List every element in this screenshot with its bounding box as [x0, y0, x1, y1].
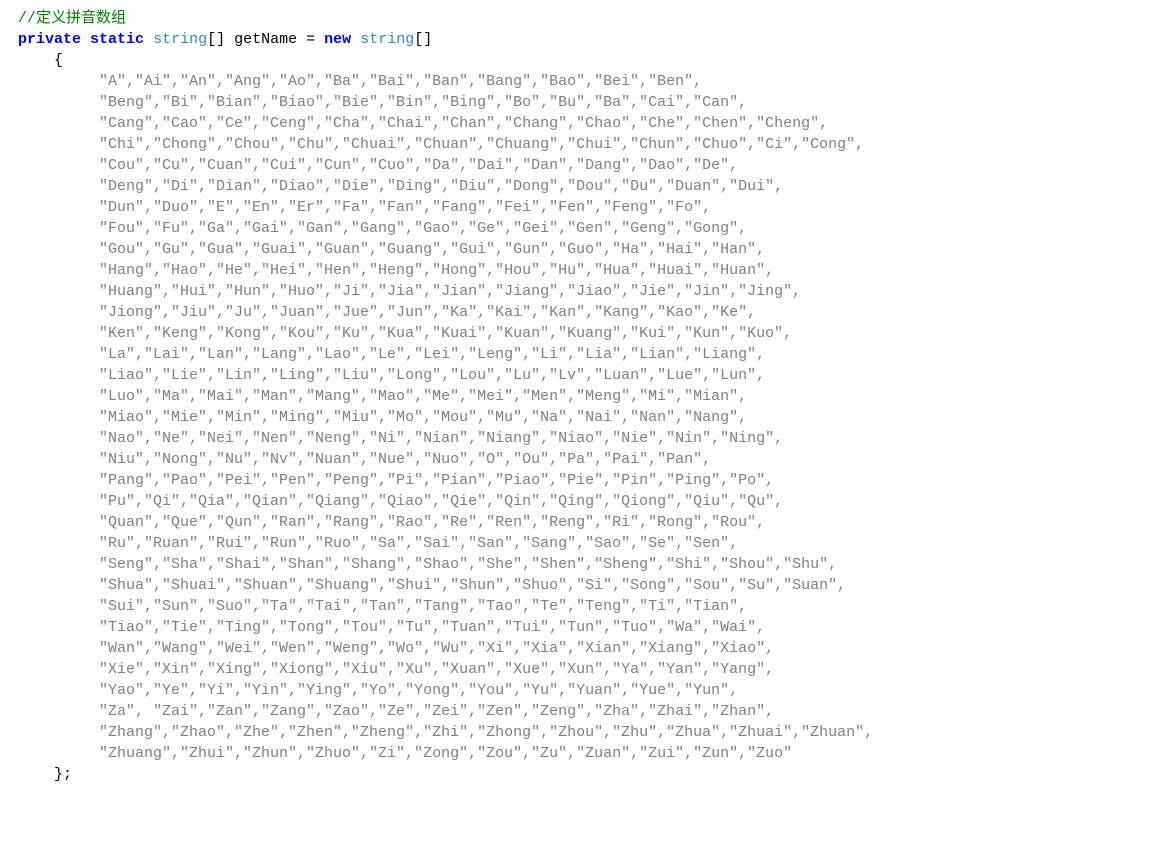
- var-name: getName: [234, 31, 297, 48]
- kw-static: static: [90, 31, 144, 48]
- brackets: []: [207, 31, 225, 48]
- kw-private: private: [18, 31, 81, 48]
- type-string: string: [153, 31, 207, 48]
- brackets-2: []: [414, 31, 432, 48]
- close-brace: };: [18, 766, 72, 783]
- code-comment: //定义拼音数组: [18, 10, 126, 27]
- op-assign: =: [306, 31, 315, 48]
- array-body: "A","Ai","An","Ang","Ao","Ba","Bai","Ban…: [18, 73, 873, 762]
- kw-new: new: [324, 31, 351, 48]
- type-string-2: string: [360, 31, 414, 48]
- code-block: //定义拼音数组 private static string[] getName…: [0, 0, 1165, 793]
- open-brace: {: [18, 52, 63, 69]
